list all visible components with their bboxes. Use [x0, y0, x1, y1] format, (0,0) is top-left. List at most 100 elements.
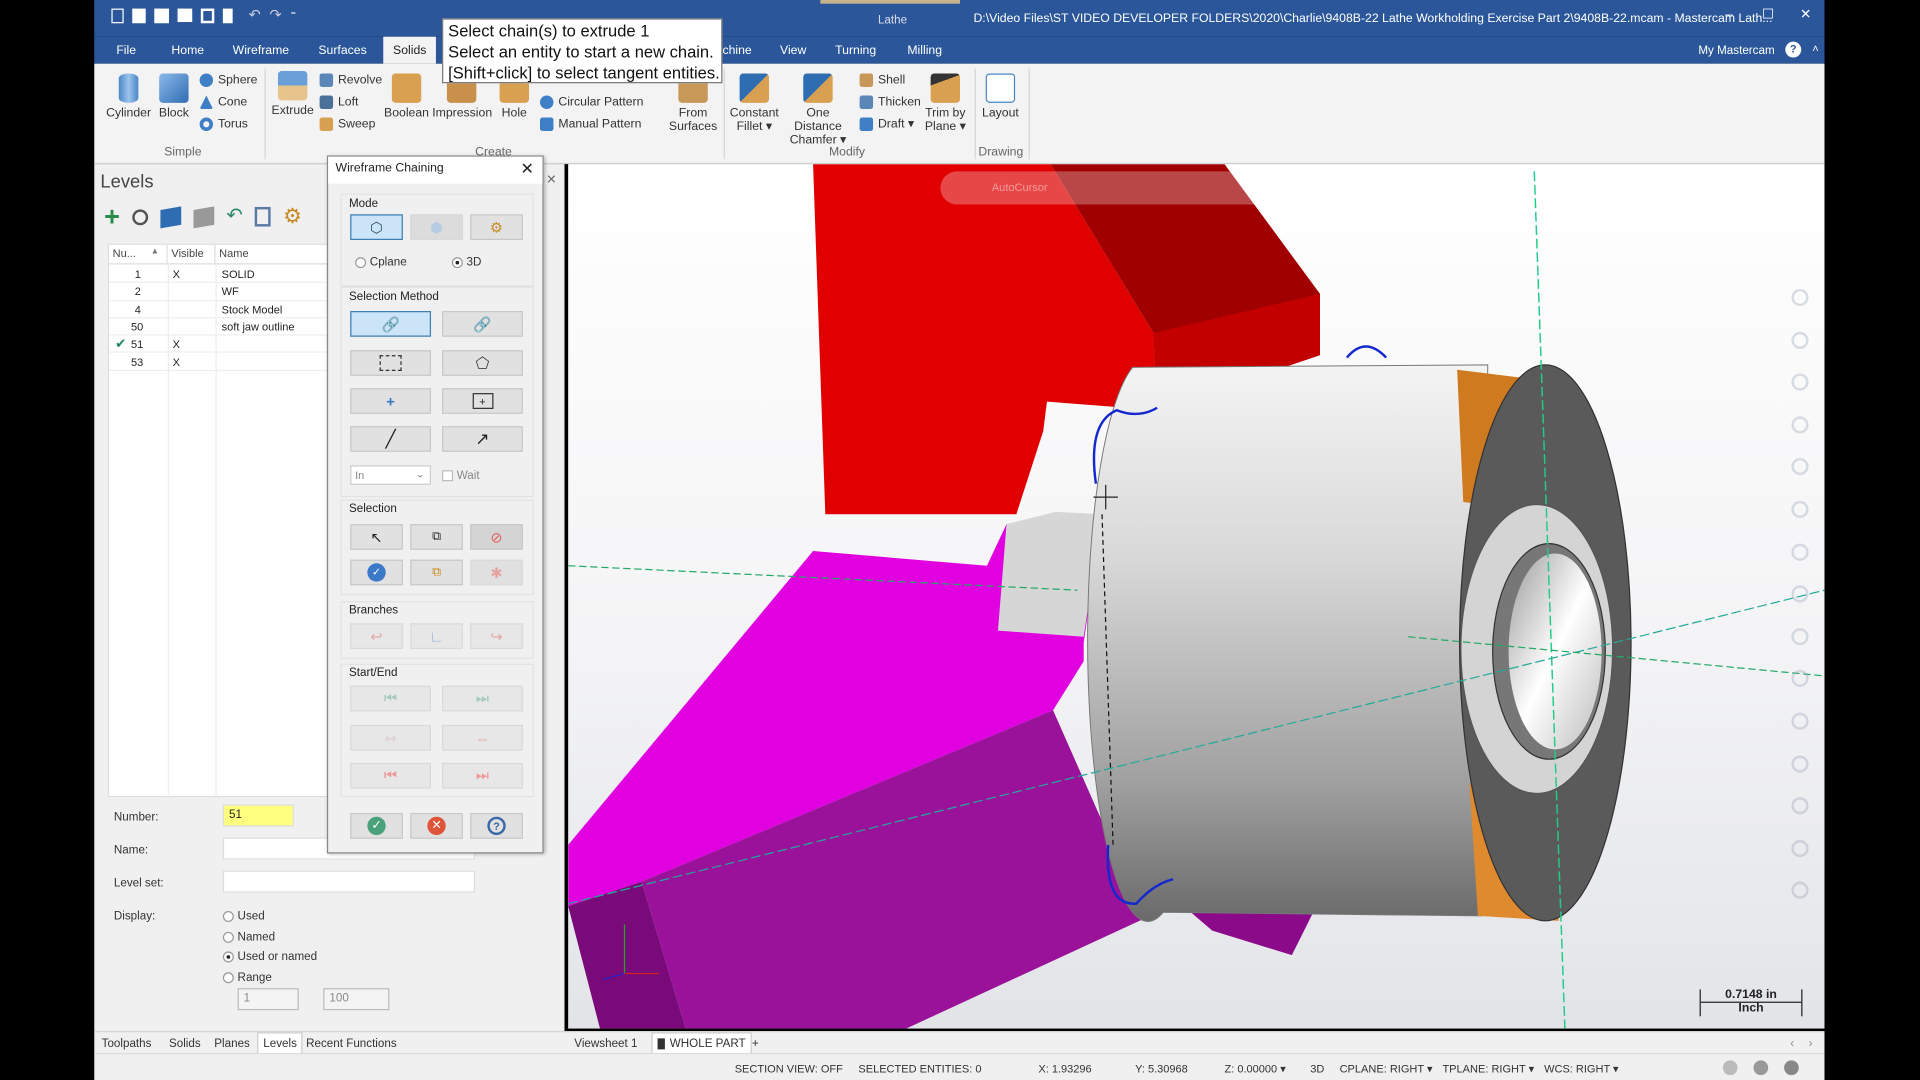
redo-icon[interactable]: ↷	[269, 7, 281, 24]
wireframe-display-icon[interactable]	[1753, 1060, 1769, 1076]
manual-pattern-button[interactable]: Manual Pattern	[540, 117, 641, 132]
range-to-input[interactable]: 100	[323, 988, 390, 1011]
column-header-visible[interactable]: Visible	[167, 244, 216, 265]
level-visible[interactable]: X	[173, 338, 180, 350]
properties-icon[interactable]	[222, 8, 233, 24]
panel-tab-recent-functions[interactable]: Recent Functions	[306, 1037, 397, 1050]
end-forward-button[interactable]: ⏭	[442, 762, 523, 789]
view-tool-icon[interactable]	[1791, 331, 1809, 349]
chaining-options-button[interactable]: ⚙	[470, 214, 523, 241]
loft-button[interactable]: Loft	[319, 95, 358, 109]
level-list-icon[interactable]	[255, 206, 271, 227]
tab-milling[interactable]: Milling	[907, 44, 942, 57]
unselect-all-button[interactable]: ✱	[470, 559, 523, 586]
layout-button[interactable]: Layout	[980, 73, 1022, 120]
panel-close-icon[interactable]: ✕	[546, 174, 556, 187]
graphics-viewport[interactable]: AutoCursor 0.7148 in Inch	[568, 164, 1825, 1029]
vector-select-button[interactable]: ╱	[350, 426, 432, 452]
cancel-button[interactable]: ✕	[410, 813, 463, 839]
dynamic-start-button[interactable]: ⇿	[350, 724, 432, 751]
scroll-right-icon[interactable]: ›	[1809, 1037, 1813, 1050]
my-mastercam-link[interactable]: My Mastercam	[1698, 44, 1774, 57]
torus-button[interactable]: Torus	[199, 117, 248, 132]
collapse-ribbon-icon[interactable]: ˄	[1812, 43, 1818, 55]
constant-fillet-button[interactable]: Constant Fillet ▾	[729, 73, 780, 133]
layers-off-icon[interactable]	[193, 205, 215, 228]
autocursor-toolbar[interactable]: AutoCursor	[940, 171, 1452, 205]
layers-on-icon[interactable]	[160, 205, 182, 228]
level-row[interactable]: ✔ 51 X	[108, 336, 327, 354]
ok-button[interactable]: ✓	[350, 813, 403, 839]
panel-tab-levels[interactable]: Levels	[257, 1032, 304, 1055]
one-distance-chamfer-button[interactable]: One Distance Chamfer ▾	[781, 73, 854, 147]
level-set-input[interactable]	[222, 870, 476, 893]
start-back-button[interactable]: ⏮	[350, 685, 432, 712]
view-tool-icon[interactable]	[1791, 839, 1809, 857]
undo-level-icon[interactable]: ↶	[226, 206, 242, 226]
level-row[interactable]: 1 X SOLID	[108, 266, 327, 284]
revolve-button[interactable]: Revolve	[319, 73, 382, 87]
polygon-select-button[interactable]: ⬠	[442, 350, 523, 376]
sweep-button[interactable]: Sweep	[319, 117, 375, 132]
tab-turning[interactable]: Turning	[835, 44, 876, 57]
panel-tab-solids[interactable]: Solids	[169, 1037, 201, 1050]
sphere-button[interactable]: Sphere	[199, 73, 257, 87]
cplane-radio[interactable]: Cplane	[355, 256, 407, 269]
partial-chain-button[interactable]: 🔗	[442, 311, 523, 337]
column-header-number[interactable]: Nu... ▲	[108, 244, 168, 265]
level-row[interactable]: 2 WF	[108, 283, 327, 301]
end-back-button[interactable]: ⏮	[350, 762, 432, 789]
display-used-radio[interactable]: Used	[222, 910, 265, 923]
trim-by-plane-button[interactable]: Trim by Plane ▾	[922, 73, 969, 133]
translucency-icon[interactable]	[1784, 1060, 1799, 1076]
end-selection-button[interactable]: ✓	[350, 559, 403, 586]
level-row[interactable]: 53 X	[108, 353, 327, 371]
dialog-close-icon[interactable]: ✕	[521, 159, 534, 179]
view-tool-icon[interactable]	[1791, 416, 1809, 434]
view-tool-icon[interactable]	[1791, 288, 1809, 307]
display-used-or-named-radio[interactable]: Used or named	[222, 950, 317, 964]
close-button[interactable]: ✕	[1800, 6, 1811, 22]
new-file-icon[interactable]	[111, 8, 124, 24]
3d-mode-toggle[interactable]: 3D	[1310, 1063, 1324, 1075]
print-icon[interactable]	[177, 8, 193, 23]
window-select-button[interactable]	[350, 350, 432, 376]
autocursor-label[interactable]: AutoCursor	[992, 181, 1048, 193]
tab-wireframe[interactable]: Wireframe	[233, 44, 289, 57]
range-from-input[interactable]: 1	[237, 988, 299, 1011]
viewsheet-tab[interactable]: Viewsheet 1	[574, 1037, 637, 1050]
help-button[interactable]: ?	[470, 813, 523, 839]
cplane-dropdown[interactable]: CPLANE: RIGHT ▾	[1340, 1063, 1433, 1076]
search-icon[interactable]	[132, 208, 148, 225]
chain-button[interactable]: 🔗	[350, 311, 432, 337]
branch-wizard-button[interactable]: ∟	[410, 623, 463, 649]
cone-button[interactable]: Cone	[199, 95, 247, 109]
circular-pattern-button[interactable]: Circular Pattern	[540, 95, 643, 109]
minimize-button[interactable]: –	[1725, 7, 1733, 22]
branch-forward-button[interactable]: ↪	[470, 623, 523, 649]
level-row[interactable]: 4 Stock Model	[108, 301, 327, 319]
tab-machine[interactable]: chine	[722, 44, 751, 57]
view-tool-icon[interactable]	[1791, 712, 1809, 730]
wcs-dropdown[interactable]: WCS: RIGHT ▾	[1544, 1063, 1619, 1076]
z-depth-dropdown[interactable]: Z: 0.00000 ▾	[1224, 1063, 1285, 1076]
save-icon[interactable]	[132, 8, 146, 24]
view-tool-icon[interactable]	[1791, 543, 1809, 561]
display-range-radio[interactable]: Range	[222, 971, 272, 984]
shell-button[interactable]: Shell	[859, 73, 905, 87]
tab-file[interactable]: File	[116, 44, 136, 57]
boolean-button[interactable]: Boolean	[382, 73, 431, 120]
vector-arrow-button[interactable]: ↗	[442, 426, 523, 452]
maximize-button[interactable]: ☐	[1762, 6, 1774, 22]
whole-part-tab[interactable]: WHOLE PART	[651, 1032, 752, 1055]
tab-surfaces[interactable]: Surfaces	[318, 44, 366, 57]
undo-icon[interactable]: ↶	[249, 7, 261, 24]
level-visible[interactable]: X	[173, 268, 180, 280]
context-tab-lathe[interactable]: Lathe	[878, 13, 907, 26]
display-named-radio[interactable]: Named	[222, 931, 275, 944]
unselect-button[interactable]: ⊘	[470, 524, 523, 550]
level-settings-icon[interactable]: ⚙	[283, 206, 302, 227]
view-tool-icon[interactable]	[1791, 755, 1809, 773]
single-select-button[interactable]: +	[350, 388, 432, 414]
thicken-button[interactable]: Thicken	[859, 95, 921, 109]
